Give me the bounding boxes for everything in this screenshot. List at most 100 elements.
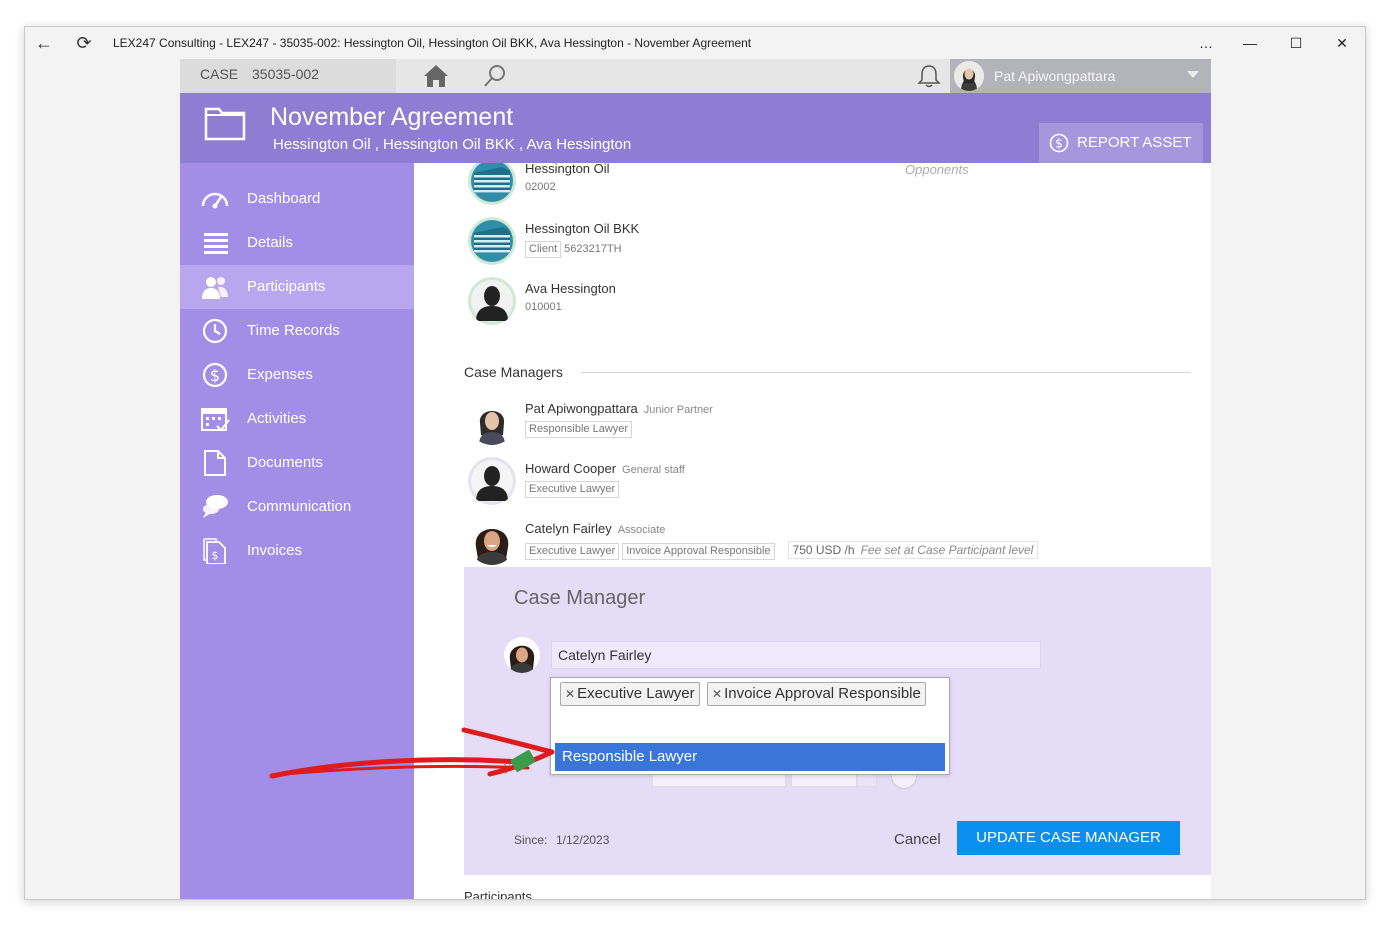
client-name: Hessington Oil [525, 163, 610, 176]
manager-name-line: Howard Cooper General staff [525, 461, 685, 476]
bell-icon[interactable] [916, 63, 942, 89]
client-tag: Client [525, 241, 562, 258]
folder-icon [204, 107, 246, 141]
sidebar-item-dashboard[interactable]: Dashboard [180, 177, 414, 221]
sidebar-item-expenses[interactable]: $ Expenses [180, 353, 414, 397]
sidebar-item-time-records[interactable]: Time Records [180, 309, 414, 353]
update-case-manager-button[interactable]: UPDATE CASE MANAGER [957, 821, 1180, 855]
client-row[interactable]: Hessington Oil 02002 No Opponents [468, 163, 969, 207]
client-row[interactable]: Ava Hessington 010001 [468, 277, 968, 327]
fee-rate: 750 USD /h [792, 543, 855, 557]
svg-text:$: $ [1055, 137, 1063, 151]
remove-chip-icon[interactable]: ✕ [712, 687, 722, 701]
case-manager-row[interactable]: Howard Cooper General staff Executive Law… [468, 457, 968, 507]
no-opponents-label: No Opponents [905, 163, 969, 177]
back-arrow-icon[interactable]: ← [33, 33, 55, 53]
sidebar-item-label: Time Records [247, 322, 340, 339]
sidebar-item-label: Dashboard [247, 190, 321, 207]
manager-position: Junior Partner [643, 404, 713, 416]
manager-name-line: Pat Apiwongpattara Junior Partner [525, 401, 713, 416]
report-asset-button[interactable]: $ REPORT ASSET [1039, 123, 1203, 163]
case-manager-row[interactable]: Catelyn Fairley Associate Executive Lawye… [468, 517, 1188, 567]
sidebar-item-participants[interactable]: Participants [180, 265, 414, 309]
participants-heading: Participants [464, 889, 532, 900]
sidebar-item-details[interactable]: Details [180, 221, 414, 265]
main-content: Hessington Oil 02002 No Opponents [414, 163, 1211, 900]
clock-icon [202, 318, 228, 344]
gauge-icon [201, 192, 229, 209]
case-manager-name-input[interactable]: Catelyn Fairley [551, 641, 1041, 669]
minimize-button[interactable]: — [1235, 31, 1265, 55]
chat-icon [203, 495, 228, 518]
role-chip[interactable]: ✕ Executive Lawyer [560, 682, 700, 706]
calendar-icon [201, 408, 230, 432]
sidebar-item-label: Details [247, 234, 293, 251]
manager-position: Associate [617, 524, 666, 536]
app-window: ← ⟳ LEX247 Consulting - LEX247 - 35035-0… [24, 26, 1366, 900]
close-window-button[interactable]: ✕ [1327, 31, 1357, 55]
user-avatar [954, 61, 984, 91]
client-row[interactable]: Hessington Oil BKK Client 5623217TH [468, 217, 968, 267]
manager-role-tag: Executive Lawyer [525, 481, 620, 498]
company-avatar [468, 217, 516, 265]
client-name: Hessington Oil BKK [525, 221, 640, 236]
maximize-button[interactable]: ☐ [1281, 31, 1311, 55]
home-icon[interactable] [422, 63, 450, 89]
svg-text:$: $ [212, 549, 219, 562]
person-avatar [468, 457, 516, 505]
window-title: LEX247 Consulting - LEX247 - 35035-002: … [113, 36, 752, 50]
person-avatar [468, 397, 516, 445]
page-title: November Agreement [270, 103, 514, 131]
obscured-field-label: y [504, 759, 511, 774]
since-label: Since: [514, 833, 548, 847]
more-options-button[interactable]: … [1191, 31, 1221, 55]
role-option-responsible-lawyer[interactable]: Responsible Lawyer [555, 743, 945, 771]
case-number-box: CASE 35035-002 [180, 59, 396, 93]
search-icon[interactable] [482, 63, 508, 89]
sidebar-item-label: Activities [247, 410, 307, 427]
client-code: 5623217TH [564, 243, 622, 255]
top-bar: CASE 35035-002 Pat Apiwongpattara [180, 59, 1211, 93]
people-icon [202, 277, 228, 299]
person-avatar [468, 277, 516, 325]
manager-name: Catelyn Fairley [525, 521, 612, 536]
remove-chip-icon[interactable]: ✕ [565, 687, 575, 701]
client-meta: Client 5623217TH [525, 241, 622, 258]
sidebar-item-communication[interactable]: Communication [180, 485, 414, 529]
manager-name-line: Catelyn Fairley Associate [525, 521, 665, 536]
chevron-down-icon [1187, 71, 1199, 78]
sidebar-item-label: Invoices [247, 542, 303, 559]
roles-multiselect[interactable]: ✕ Executive Lawyer ✕ Invoice Approval Resp… [550, 677, 950, 775]
client-name: Ava Hessington [525, 281, 616, 296]
manager-tags: Executive Lawyer Invoice Approval Respons… [525, 541, 1039, 560]
cancel-button[interactable]: Cancel [894, 831, 941, 848]
svg-text:$: $ [210, 366, 220, 385]
refresh-icon[interactable]: ⟳ [73, 32, 95, 54]
case-number: 35035-002 [252, 66, 319, 82]
sidebar-item-label: Expenses [247, 366, 313, 383]
case-manager-editor: Case Manager Catelyn Fairley y ✕ Executi… [464, 567, 1211, 875]
app-area: CASE 35035-002 Pat Apiwongpattara Novemb… [180, 59, 1211, 900]
case-managers-heading: Case Managers [464, 364, 563, 380]
sidebar-item-activities[interactable]: Activities [180, 397, 414, 441]
editor-title: Case Manager [514, 587, 646, 609]
sidebar-item-label: Documents [247, 454, 323, 471]
list-icon [204, 233, 228, 254]
sidebar-item-invoices[interactable]: $ Invoices [180, 529, 414, 573]
role-chip[interactable]: ✕ Invoice Approval Responsible [707, 682, 926, 706]
case-manager-row[interactable]: Pat Apiwongpattara Junior Partner Respons… [468, 397, 968, 447]
sidebar-item-documents[interactable]: Documents [180, 441, 414, 485]
case-label: CASE [200, 66, 239, 82]
title-bar: ← ⟳ LEX247 Consulting - LEX247 - 35035-0… [25, 27, 1365, 59]
manager-role-tag: Responsible Lawyer [525, 421, 633, 438]
user-menu[interactable]: Pat Apiwongpattara [950, 59, 1211, 93]
section-divider [581, 372, 1190, 373]
manager-role-tag: Invoice Approval Responsible [622, 543, 775, 560]
fee-badge: 750 USD /h Fee set at Case Participant le… [787, 541, 1039, 559]
client-code: 02002 [525, 181, 556, 193]
company-avatar [468, 163, 516, 205]
sidebar-item-label: Participants [247, 278, 326, 295]
dollar-circle-icon: $ [1049, 133, 1069, 153]
case-parties: Hessington Oil , Hessington Oil BKK , Av… [273, 136, 632, 153]
document-icon [204, 450, 226, 476]
